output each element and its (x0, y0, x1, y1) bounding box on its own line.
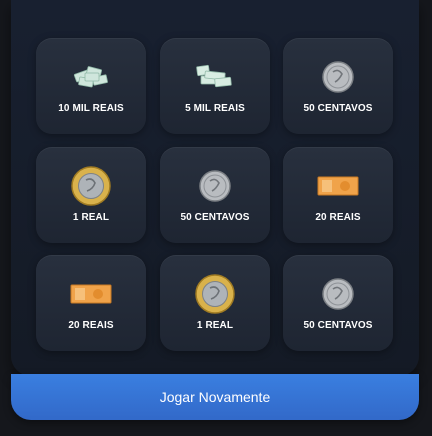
reward-label: 50 CENTAVOS (180, 212, 250, 223)
reward-card[interactable]: 5 MIL REAIS (160, 38, 270, 134)
play-again-button[interactable]: Jogar Novamente (11, 374, 419, 420)
reward-panel: 10 MIL REAIS 5 MIL REAIS 50 CENTAVOS 1 R… (11, 0, 419, 376)
silver-coin-icon (160, 167, 270, 205)
bimetal-coin-icon (160, 274, 270, 314)
reward-card[interactable]: 10 MIL REAIS (36, 38, 146, 134)
reward-label: 50 CENTAVOS (303, 103, 373, 114)
reward-label: 10 MIL REAIS (58, 103, 124, 114)
reward-card[interactable]: 20 REAIS (36, 255, 146, 351)
reward-card[interactable]: 20 REAIS (283, 147, 393, 243)
reward-card[interactable]: 1 REAL (36, 147, 146, 243)
reward-card[interactable]: 50 CENTAVOS (283, 38, 393, 134)
reward-label: 5 MIL REAIS (185, 103, 245, 114)
banknote-stack-icon (36, 58, 146, 96)
banknote-icon (283, 167, 393, 205)
silver-coin-icon (283, 275, 393, 313)
reward-label: 1 REAL (72, 212, 110, 223)
bimetal-coin-icon (36, 166, 146, 206)
reward-card[interactable]: 1 REAL (160, 255, 270, 351)
reward-card[interactable]: 50 CENTAVOS (160, 147, 270, 243)
banknote-icon (36, 275, 146, 313)
reward-label: 1 REAL (196, 320, 234, 331)
reward-label: 50 CENTAVOS (303, 320, 373, 331)
reward-label: 20 REAIS (315, 212, 361, 223)
reward-label: 20 REAIS (68, 320, 114, 331)
reward-card[interactable]: 50 CENTAVOS (283, 255, 393, 351)
banknote-pile-icon (160, 58, 270, 96)
silver-coin-icon (283, 58, 393, 96)
